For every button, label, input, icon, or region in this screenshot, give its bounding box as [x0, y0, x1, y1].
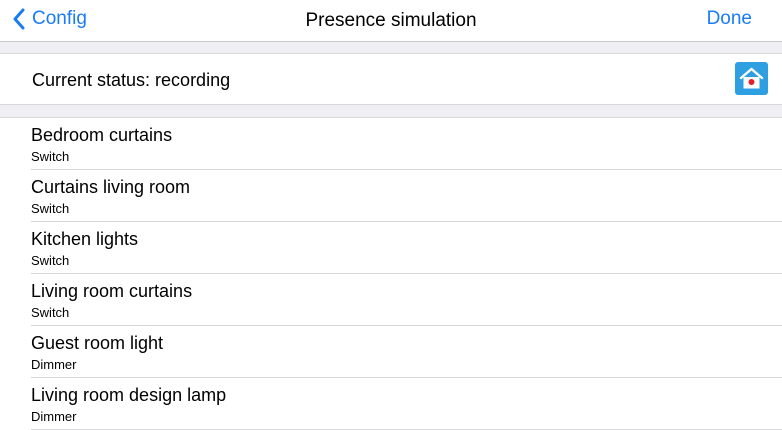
- device-name: Guest room light: [31, 333, 164, 353]
- list-item[interactable]: Kitchen lights Switch: [31, 222, 782, 274]
- status-row: Current status: recording: [0, 54, 782, 105]
- navigation-bar: Config Presence simulation Done: [0, 0, 782, 42]
- section-separator: [0, 42, 782, 54]
- list-item[interactable]: Guest room light Dimmer: [31, 326, 782, 378]
- device-type: Switch: [31, 201, 70, 216]
- home-record-icon: [739, 67, 764, 89]
- list-item[interactable]: Curtains living room Switch: [31, 170, 782, 222]
- device-type: Dimmer: [31, 357, 77, 372]
- list-item[interactable]: Living room design lamp Dimmer: [31, 378, 782, 430]
- device-name: Living room curtains: [31, 281, 193, 301]
- device-name: Living room design lamp: [31, 385, 227, 405]
- page-title: Presence simulation: [305, 10, 477, 31]
- device-type: Switch: [31, 305, 70, 320]
- device-type: Switch: [31, 253, 70, 268]
- device-name: Bedroom curtains: [31, 125, 173, 145]
- section-separator: [0, 105, 782, 118]
- list-item[interactable]: Living room curtains Switch: [31, 274, 782, 326]
- status-text: Current status: recording: [32, 70, 231, 90]
- device-list: Bedroom curtains Switch Curtains living …: [0, 118, 782, 430]
- device-name: Kitchen lights: [31, 229, 139, 249]
- list-item[interactable]: Bedroom curtains Switch: [31, 118, 782, 170]
- device-type: Dimmer: [31, 409, 77, 424]
- device-name: Curtains living room: [31, 177, 191, 197]
- done-button[interactable]: Done: [707, 8, 752, 30]
- home-record-button[interactable]: [735, 62, 768, 95]
- device-type: Switch: [31, 149, 70, 164]
